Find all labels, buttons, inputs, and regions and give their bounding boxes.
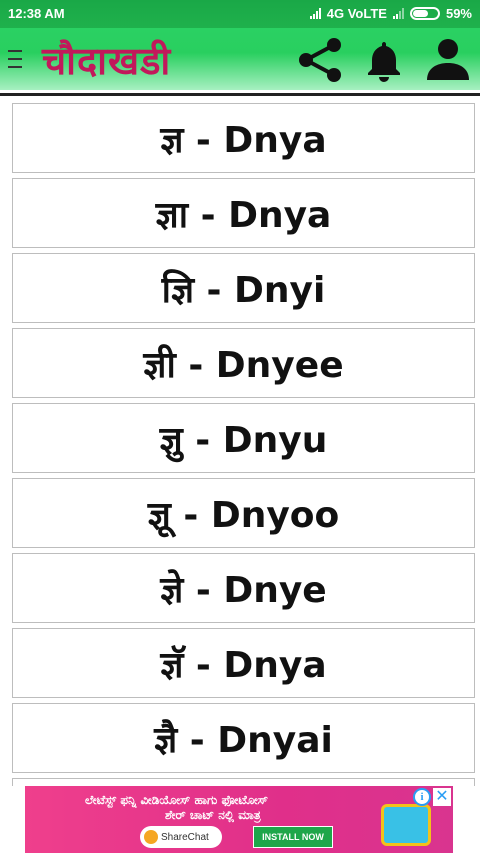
syllable-list: ज्ञ - Dnya ज्ञा - Dnya ज्ञि - Dnyi ज्ञी … xyxy=(0,93,480,786)
list-item[interactable]: ज्ञू - Dnyoo xyxy=(12,478,475,548)
network-label: 4G VoLTE xyxy=(326,6,387,21)
status-time: 12:38 AM xyxy=(8,6,65,21)
install-now-button[interactable]: INSTALL NOW xyxy=(253,826,333,848)
signal-icon xyxy=(309,8,321,19)
share-icon[interactable] xyxy=(296,37,344,83)
list-item[interactable]: ज्ञ - Dnya xyxy=(12,103,475,173)
list-item-label: ज्ञे - Dnye xyxy=(160,569,327,611)
person-icon[interactable] xyxy=(425,36,471,82)
list-item[interactable]: ज्ञी - Dnyee xyxy=(12,328,475,398)
list-item-label: ज्ञी - Dnyee xyxy=(143,344,344,386)
sharechat-logo-icon xyxy=(144,830,158,844)
list-item-label: ज्ञा - Dnya xyxy=(155,194,332,236)
signal-icon-2 xyxy=(392,8,404,19)
ad-brand-label: ShareChat xyxy=(161,831,209,843)
list-item-label: ज्ञु - Dnyu xyxy=(159,419,328,461)
app-screen: 12:38 AM 4G VoLTE 59% चौदाखडी ज्ञ - Dnya… xyxy=(0,0,480,853)
status-bar: 12:38 AM 4G VoLTE 59% xyxy=(0,0,480,28)
list-item[interactable]: ज्ञि - Dnyi xyxy=(12,253,475,323)
ad-close-icon[interactable]: ✕ xyxy=(433,788,451,806)
ad-banner[interactable]: ಲೇಟೆಸ್ಟ್ ಫನ್ನಿ ವೀಡಿಯೋಸ್ ಹಾಗು ಫೋಟೋಸ್ ಶೇರ್… xyxy=(25,786,453,853)
list-item[interactable]: ज्ञे - Dnye xyxy=(12,553,475,623)
ad-brand-pill: ShareChat xyxy=(140,826,222,848)
app-bar: चौदाखडी xyxy=(0,28,480,90)
battery-level: 59% xyxy=(445,6,472,21)
list-item[interactable]: ज्ञै - Dnyai xyxy=(12,703,475,773)
list-item-label: ज्ञ - Dnya xyxy=(160,119,327,161)
list-item-label: ज्ञू - Dnyoo xyxy=(147,494,340,536)
battery-icon xyxy=(409,7,440,20)
list-item-label: ज्ञि - Dnyi xyxy=(161,269,326,311)
ad-headline: ಲೇಟೆಸ್ಟ್ ಫನ್ನಿ ವೀಡಿಯೋಸ್ ಹಾಗು ಫೋಟೋಸ್ xyxy=(85,793,269,807)
status-right: 4G VoLTE 59% xyxy=(309,6,472,21)
ad-info-icon[interactable]: i xyxy=(413,788,431,806)
tv-illustration-icon xyxy=(381,804,431,846)
list-item[interactable]: ज्ञु - Dnyu xyxy=(12,403,475,473)
bell-icon[interactable] xyxy=(363,38,405,82)
list-item[interactable]: ज्ञॅ - Dnya xyxy=(12,628,475,698)
ad-subline: ಶೇರ್ ಚಾಟ್ ನಲ್ಲಿ ಮಾತ್ರ xyxy=(165,808,261,822)
app-title: चौदाखडी xyxy=(42,38,172,83)
menu-icon[interactable] xyxy=(8,50,22,68)
list-item-label: ज्ञॅ - Dnya xyxy=(160,644,327,686)
list-item[interactable]: ज्ञा - Dnya xyxy=(12,178,475,248)
list-item-partial[interactable] xyxy=(12,778,475,786)
list-item-label: ज्ञै - Dnyai xyxy=(154,719,333,761)
